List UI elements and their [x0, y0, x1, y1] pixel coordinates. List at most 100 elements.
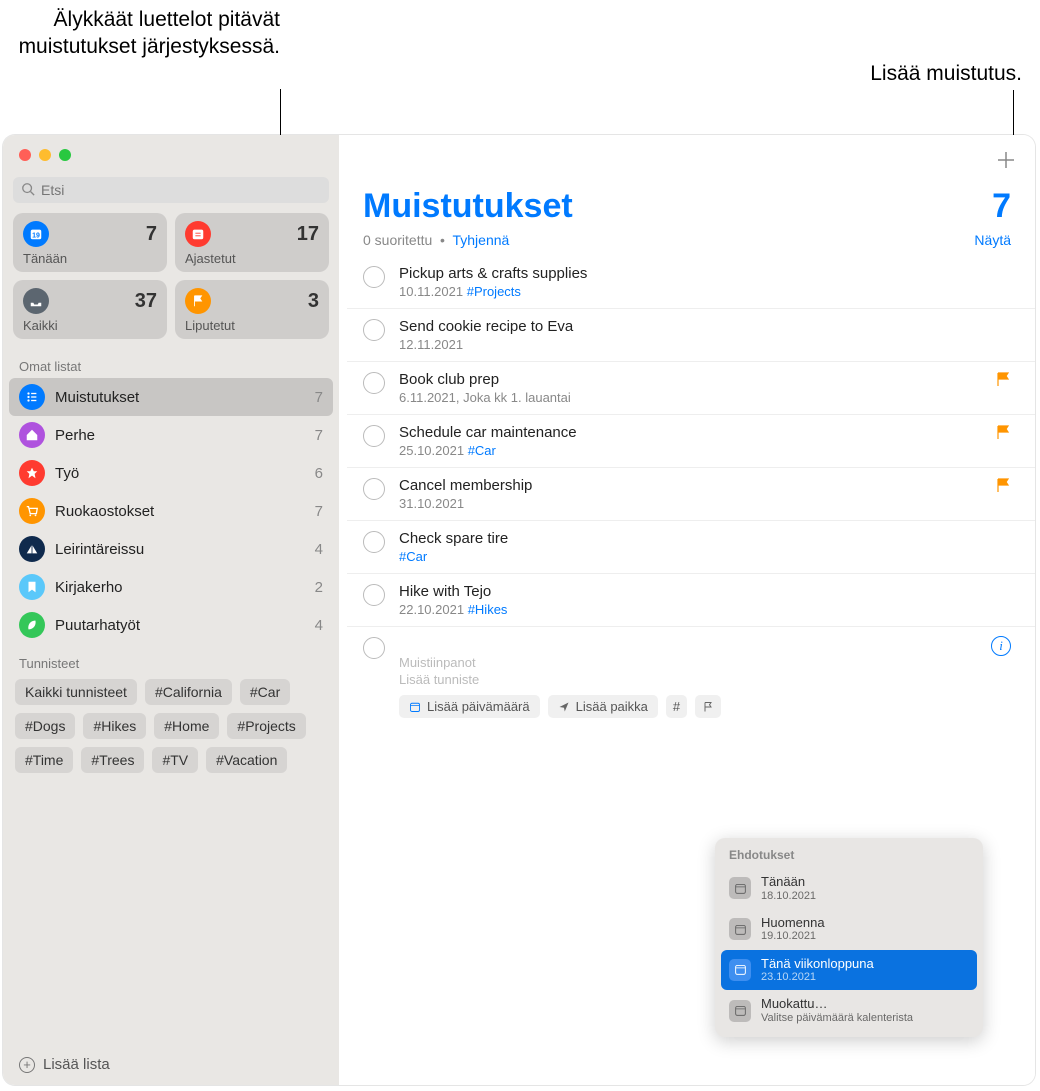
- add-flag-chip[interactable]: [695, 695, 721, 718]
- add-reminder-button[interactable]: [995, 149, 1017, 171]
- complete-checkbox[interactable]: [363, 584, 385, 606]
- reminder-row[interactable]: Pickup arts & crafts supplies 10.11.2021…: [347, 256, 1035, 309]
- complete-checkbox[interactable]: [363, 425, 385, 447]
- list-name: Muistutukset: [55, 389, 315, 406]
- tags-list: Kaikki tunnisteet #California #Car #Dogs #Hi…: [3, 675, 339, 781]
- add-date-chip[interactable]: Lisää päivämäärä: [399, 695, 540, 718]
- tag-pill[interactable]: #Hikes: [83, 713, 146, 739]
- tag-pill[interactable]: #Projects: [227, 713, 305, 739]
- reminder-row[interactable]: Check spare tire #Car: [347, 521, 1035, 574]
- list-count: 4: [315, 541, 323, 558]
- reminder-title: Pickup arts & crafts supplies: [399, 265, 1011, 282]
- add-location-chip[interactable]: Lisää paikka: [548, 695, 658, 718]
- smart-count: 37: [135, 290, 157, 313]
- sidebar-list-item[interactable]: Puutarhatyöt 4: [9, 606, 333, 644]
- clear-link[interactable]: Tyhjennä: [452, 232, 509, 248]
- smart-all[interactable]: 37 Kaikki: [13, 280, 167, 339]
- smart-today[interactable]: 19 7 Tänään: [13, 213, 167, 272]
- list-name: Puutarhatyöt: [55, 617, 315, 634]
- tag-pill[interactable]: #TV: [152, 747, 198, 773]
- reminder-row[interactable]: Send cookie recipe to Eva 12.11.2021: [347, 309, 1035, 362]
- flag-icon: [995, 477, 1011, 511]
- window-controls: [3, 135, 339, 171]
- suggestion-title: Tänään: [761, 874, 816, 890]
- date-suggestion[interactable]: Muokattu…Valitse päivämäärä kalenterista: [721, 990, 977, 1031]
- app-window: 19 7 Tänään 17 Ajastetut: [3, 135, 1035, 1085]
- list-name: Perhe: [55, 427, 315, 444]
- suggestion-title: Muokattu…: [761, 996, 913, 1012]
- minimize-icon[interactable]: [39, 149, 51, 161]
- reminder-row[interactable]: Book club prep 6.11.2021, Joka kk 1. lau…: [347, 362, 1035, 415]
- tag-pill[interactable]: #Car: [240, 679, 290, 705]
- tag-pill[interactable]: #Dogs: [15, 713, 75, 739]
- sidebar-list-item[interactable]: Työ 6: [9, 454, 333, 492]
- smart-label: Tänään: [23, 251, 157, 266]
- list-name: Työ: [55, 465, 315, 482]
- tag-pill[interactable]: #Vacation: [206, 747, 287, 773]
- add-list-label: Lisää lista: [43, 1056, 110, 1073]
- close-icon[interactable]: [19, 149, 31, 161]
- tag-pill[interactable]: #Trees: [81, 747, 144, 773]
- flag-icon: [995, 424, 1011, 458]
- calendar-icon: [729, 877, 751, 899]
- smart-count: 3: [308, 290, 319, 313]
- list-name: Leirintäreissu: [55, 541, 315, 558]
- add-tag-placeholder[interactable]: Lisää tunniste: [399, 672, 991, 687]
- add-tag-chip[interactable]: #: [666, 695, 687, 718]
- search-input[interactable]: [13, 177, 329, 203]
- flag-icon: [185, 288, 211, 314]
- reminder-subtitle: 31.10.2021: [399, 496, 995, 511]
- home-icon: [19, 422, 45, 448]
- reminder-title: Send cookie recipe to Eva: [399, 318, 1011, 335]
- smart-lists: 19 7 Tänään 17 Ajastetut: [3, 213, 339, 347]
- complete-checkbox[interactable]: [363, 266, 385, 288]
- smart-flagged[interactable]: 3 Liputetut: [175, 280, 329, 339]
- date-suggestion[interactable]: Huomenna19.10.2021: [721, 909, 977, 950]
- sidebar-list-item[interactable]: Ruokaostokset 7: [9, 492, 333, 530]
- sidebar-list-item[interactable]: Kirjakerho 2: [9, 568, 333, 606]
- complete-checkbox[interactable]: [363, 478, 385, 500]
- complete-checkbox[interactable]: [363, 372, 385, 394]
- complete-checkbox[interactable]: [363, 637, 385, 659]
- reminder-row[interactable]: Hike with Tejo 22.10.2021 #Hikes: [347, 574, 1035, 627]
- info-icon[interactable]: i: [991, 636, 1011, 656]
- complete-checkbox[interactable]: [363, 319, 385, 341]
- list-title: Muistutukset: [363, 187, 573, 226]
- fullscreen-icon[interactable]: [59, 149, 71, 161]
- smart-count: 7: [146, 223, 157, 246]
- date-suggestion[interactable]: Tänään18.10.2021: [721, 868, 977, 909]
- reminder-subtitle: 6.11.2021, Joka kk 1. lauantai: [399, 390, 995, 405]
- tag-pill[interactable]: #California: [145, 679, 232, 705]
- sidebar-list-item[interactable]: Leirintäreissu 4: [9, 530, 333, 568]
- reminder-subtitle: 10.11.2021 #Projects: [399, 284, 1011, 299]
- suggestion-date: 18.10.2021: [761, 890, 816, 903]
- smart-label: Kaikki: [23, 318, 157, 333]
- add-list-button[interactable]: + Lisää lista: [3, 1044, 339, 1085]
- smart-label: Liputetut: [185, 318, 319, 333]
- smart-label: Ajastetut: [185, 251, 319, 266]
- calendar-icon: [729, 959, 751, 981]
- reminder-title: Cancel membership: [399, 477, 995, 494]
- reminder-title: Book club prep: [399, 371, 995, 388]
- tag-pill[interactable]: #Home: [154, 713, 219, 739]
- sidebar-list-item[interactable]: Perhe 7: [9, 416, 333, 454]
- new-reminder-title-input[interactable]: [399, 636, 991, 653]
- reminder-row[interactable]: Schedule car maintenance 25.10.2021 #Car: [347, 415, 1035, 468]
- sidebar: 19 7 Tänään 17 Ajastetut: [3, 135, 339, 1085]
- svg-text:19: 19: [32, 233, 40, 240]
- plus-circle-icon: +: [19, 1057, 35, 1073]
- suggestion-title: Huomenna: [761, 915, 825, 931]
- suggestion-date: Valitse päivämäärä kalenterista: [761, 1012, 913, 1025]
- tag-pill[interactable]: Kaikki tunnisteet: [15, 679, 137, 705]
- show-link[interactable]: Näytä: [974, 232, 1011, 248]
- complete-checkbox[interactable]: [363, 531, 385, 553]
- reminder-row[interactable]: Cancel membership 31.10.2021: [347, 468, 1035, 521]
- tag-pill[interactable]: #Time: [15, 747, 73, 773]
- date-suggestion[interactable]: Tänä viikonloppuna23.10.2021: [721, 950, 977, 991]
- suggestion-title: Tänä viikonloppuna: [761, 956, 874, 972]
- list-name: Kirjakerho: [55, 579, 315, 596]
- new-reminder-row[interactable]: Muistiinpanot Lisää tunniste Lisää päivä…: [347, 627, 1035, 727]
- sidebar-list-item[interactable]: Muistutukset 7: [9, 378, 333, 416]
- smart-scheduled[interactable]: 17 Ajastetut: [175, 213, 329, 272]
- notes-placeholder[interactable]: Muistiinpanot: [399, 655, 991, 670]
